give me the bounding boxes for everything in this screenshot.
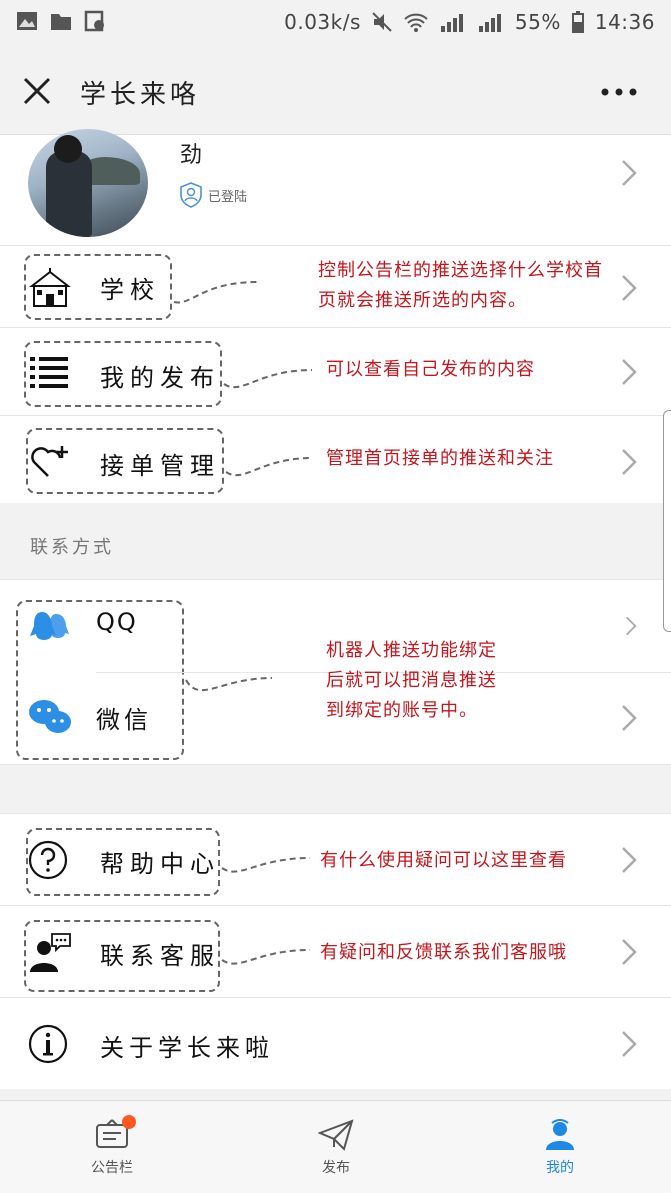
menu-item-customer-service[interactable]: 联系客服 有疑问和反馈联系我们客服哦 [0,905,671,997]
paper-plane-icon [318,1119,354,1151]
top-nav-bar: 学长来咯 [0,48,671,135]
close-icon[interactable] [22,76,52,106]
chevron-right-icon [622,359,637,385]
contact-item-label: 微信 [96,706,152,734]
username: 劲 [180,143,203,168]
image-icon [17,12,37,30]
contact-list: QQ 微信 机器人推送功能绑定 后就可以把消息推送 到绑定的账号中。 [0,579,671,765]
status-bar: 0.03k/s 55% 14:36 [0,0,671,48]
login-status-label: 已登陆 [208,189,248,205]
heart-plus-icon [31,446,68,477]
chevron-right-icon [622,847,637,873]
calendar-icon [84,10,104,32]
notification-dot [122,1115,136,1129]
menu-item-label: 关于学长来啦 [100,1034,274,1062]
more-icon[interactable] [601,88,637,96]
clock: 14:36 [594,10,655,34]
bottom-tab-bar: 公告栏 发布 我的 [0,1100,671,1193]
tab-publish[interactable]: 发布 [276,1119,396,1177]
folder-icon [51,14,71,30]
qq-icon [30,612,69,640]
menu-item-school[interactable]: 学校 控制公告栏的推送选择什么学校首页就会推送所选的内容。 [0,245,671,327]
section-title: 联系方式 [30,537,114,558]
annotation-line: 机器人推送功能绑定 [326,640,497,661]
customer-service-icon [30,933,71,972]
annotation-text: 机器人推送功能绑定 后就可以把消息推送 到绑定的账号中。 [326,636,497,726]
chevron-right-icon [622,275,637,301]
battery-percent: 55% [514,10,561,34]
mute-icon [372,12,392,32]
dashed-connector [221,949,311,965]
network-speed: 0.03k/s [284,10,361,34]
dashed-connector [173,281,259,304]
signal-4g-icon [478,14,501,32]
menu-item-about[interactable]: 关于学长来啦 [0,997,671,1089]
annotation-text: 控制公告栏的推送选择什么学校首页就会推送所选的内容。 [318,260,603,311]
school-icon [29,268,71,307]
help-icon [28,840,68,880]
menu-item-label: 接单管理 [100,452,220,480]
page-title: 学长来咯 [80,80,201,110]
dashed-connector [223,369,313,389]
menu-item-label: 联系客服 [100,942,220,970]
menu-item-orders[interactable]: 接单管理 管理首页接单的推送和关注 [0,415,671,503]
scrollbar[interactable] [663,410,671,632]
wifi-icon [404,13,428,32]
tab-mine[interactable]: 我的 [500,1119,620,1177]
tab-notice[interactable]: 公告栏 [52,1115,172,1177]
contact-item-label: QQ [96,608,138,636]
dashed-connector [225,457,313,477]
menu-item-label: 学校 [100,276,160,304]
menu-item-help-center[interactable]: 帮助中心 有什么使用疑问可以这里查看 [0,813,671,905]
battery-icon [571,11,584,33]
dashed-connector [185,677,273,692]
annotation-line: 后就可以把消息推送 [326,670,497,691]
menu-item-label: 我的发布 [100,364,220,392]
menu-item-label: 帮助中心 [100,850,220,878]
avatar [28,129,148,237]
chevron-right-icon [622,449,637,475]
user-shield-icon [180,182,202,208]
tab-label: 我的 [546,1160,574,1176]
profile-card[interactable]: 劲 已登陆 [0,129,671,245]
chevron-right-icon [622,1031,637,1057]
annotation-text: 有疑问和反馈联系我们客服哦 [320,942,567,963]
user-icon [546,1119,574,1150]
section-header: 联系方式 [0,503,671,579]
chevron-right-icon [622,160,637,186]
menu-item-my-posts[interactable]: 我的发布 可以查看自己发布的内容 [0,327,671,415]
list-icon [30,357,68,388]
tab-label: 发布 [322,1160,350,1176]
info-icon [28,1024,68,1064]
annotation-text: 可以查看自己发布的内容 [326,359,535,380]
annotation-text: 管理首页接单的推送和关注 [326,448,554,469]
annotation-line: 到绑定的账号中。 [326,700,478,721]
annotation-text: 有什么使用疑问可以这里查看 [320,850,567,871]
signal-icon [440,14,463,32]
tab-label: 公告栏 [91,1160,133,1176]
login-status: 已登陆 [178,181,247,209]
chevron-right-icon [622,939,637,965]
chevron-right-icon [622,705,637,731]
dashed-connector [221,857,311,873]
chevron-right-icon [626,616,637,636]
wechat-icon [29,700,71,733]
